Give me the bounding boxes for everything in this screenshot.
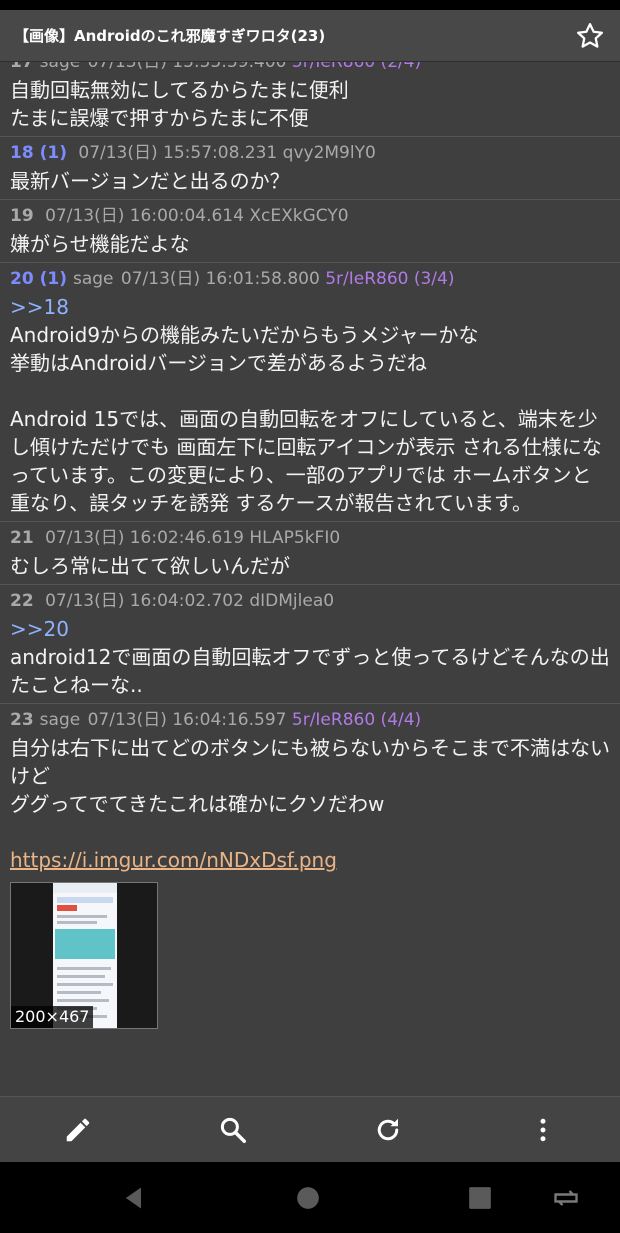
search-button[interactable]	[155, 1097, 310, 1162]
star-icon	[577, 22, 603, 48]
post-body: >>18 Android9からの機能みたいだからもうメジャーかな 挙動はAndr…	[10, 293, 610, 517]
post-line: Android9からの機能みたいだからもうメジャーかな	[10, 323, 479, 347]
home-icon	[297, 1186, 319, 1209]
thumbnail-size-label: 200×467	[11, 1006, 94, 1028]
post-id[interactable]: XcEXkGCY0	[249, 206, 348, 226]
post-line: 嫌がらせ機能だよな	[10, 232, 190, 256]
post-id[interactable]: dIDMjlea0	[249, 591, 334, 611]
sage-label: sage	[72, 269, 114, 289]
post-line	[10, 377, 610, 405]
post-line: 自分は右下に出てどのボタンにも被らないからそこまで不満はないけど	[10, 736, 610, 788]
post-18: 18 (1) 07/13(日) 15:57:08.231 qvy2M9lY0 最…	[0, 137, 620, 200]
post-body: 嫌がらせ機能だよな	[10, 230, 610, 258]
post-id[interactable]: HLAP5kFI0	[249, 528, 340, 548]
post-line	[10, 818, 610, 846]
post-datetime: 07/13(日) 16:01:58.800	[120, 269, 320, 289]
reply-anchor-link[interactable]: >>20	[10, 615, 610, 643]
image-thumbnail[interactable]: 200×467	[10, 882, 158, 1029]
app-bar: 【画像】Androidのこれ邪魔すぎワロタ(23)	[0, 10, 620, 62]
post-17: 17 sage 07/13(日) 15:55:59.400 5r/IeR860 (…	[0, 52, 620, 137]
post-id[interactable]: qvy2M9lY0	[283, 143, 376, 163]
post-line: 最新バージョンだと出るのか？	[10, 169, 290, 193]
post-datetime: 07/13(日) 15:57:08.231	[78, 143, 278, 163]
thread-title: 【画像】Androidのこれ邪魔すぎワロタ(23)	[14, 27, 326, 45]
post-19: 19 07/13(日) 16:00:04.614 XcEXkGCY0 嫌がらせ機…	[0, 200, 620, 263]
write-button[interactable]	[0, 1097, 155, 1162]
post-line: たまに誤爆で押すからたまに不便	[10, 106, 309, 130]
post-line: android12で画面の自動回転オフでずっと使ってるけどそんなの出たことねーな…	[10, 645, 610, 697]
post-id[interactable]: 5r/IeR860 (4/4)	[292, 710, 421, 730]
post-number[interactable]: 22	[10, 591, 34, 611]
post-body: むしろ常に出てて欲しいんだが	[10, 552, 610, 580]
system-nav-bar	[0, 1162, 620, 1233]
post-line: ググってでてきたこれは確かにクソだわw	[10, 792, 385, 816]
refresh-button[interactable]	[310, 1097, 465, 1162]
post-line: むしろ常に出てて欲しいんだが	[10, 554, 290, 578]
post-21: 21 07/13(日) 16:02:46.619 HLAP5kFI0 むしろ常に…	[0, 522, 620, 585]
post-list[interactable]: 17 sage 07/13(日) 15:55:59.400 5r/IeR860 (…	[0, 52, 620, 1096]
post-header: 21 07/13(日) 16:02:46.619 HLAP5kFI0	[10, 524, 610, 552]
post-header: 20 (1) sage 07/13(日) 16:01:58.800 5r/IeR8…	[10, 265, 610, 293]
post-line: 自動回転無効にしてるからたまに便利	[10, 78, 349, 102]
post-body: 自動回転無効にしてるからたまに便利 たまに誤爆で押すからたまに不便	[10, 76, 610, 132]
post-number[interactable]: 18 (1)	[10, 143, 67, 163]
post-number[interactable]: 20 (1)	[10, 269, 67, 289]
pencil-icon	[66, 1118, 89, 1141]
post-number[interactable]: 19	[10, 206, 34, 226]
post-line: Android 15では、画面の自動回転をオフにしていると、端末を少し傾けただけ…	[10, 407, 602, 515]
post-datetime: 07/13(日) 16:00:04.614	[45, 206, 244, 226]
rotate-icon	[554, 1189, 578, 1206]
post-header: 22 07/13(日) 16:04:02.702 dIDMjlea0	[10, 587, 610, 615]
nav-recents-button[interactable]	[440, 1162, 520, 1233]
post-line: 挙動はAndroidバージョンで差があるようだね	[10, 351, 427, 375]
post-datetime: 07/13(日) 16:04:16.597	[87, 710, 287, 730]
back-icon	[125, 1187, 141, 1208]
post-id[interactable]: 5r/IeR860 (3/4)	[325, 269, 454, 289]
more-options-button[interactable]	[465, 1097, 620, 1162]
post-number-value: 18	[10, 143, 34, 163]
post-body: >>20 android12で画面の自動回転オフでずっと使ってるけどそんなの出た…	[10, 615, 610, 699]
recents-icon	[469, 1186, 491, 1209]
refresh-icon	[377, 1118, 398, 1140]
post-number[interactable]: 23	[10, 710, 34, 730]
favorite-button[interactable]	[560, 10, 620, 62]
nav-home-button[interactable]	[268, 1162, 348, 1233]
post-22: 22 07/13(日) 16:04:02.702 dIDMjlea0 >>20 …	[0, 585, 620, 704]
sage-label: sage	[39, 710, 81, 730]
search-icon	[220, 1117, 246, 1143]
nav-rotate-button[interactable]	[526, 1162, 606, 1233]
post-20: 20 (1) sage 07/13(日) 16:01:58.800 5r/IeR8…	[0, 263, 620, 522]
post-header: 23 sage 07/13(日) 16:04:16.597 5r/IeR860 (…	[10, 706, 610, 734]
post-body: 最新バージョンだと出るのか？	[10, 167, 610, 195]
post-number-value: 20	[10, 269, 34, 289]
post-number[interactable]: 21	[10, 528, 34, 548]
post-datetime: 07/13(日) 16:04:02.702	[45, 591, 244, 611]
nav-back-button[interactable]	[94, 1162, 174, 1233]
reply-count: (1)	[39, 143, 67, 163]
reply-anchor-link[interactable]: >>18	[10, 293, 610, 321]
post-header: 18 (1) 07/13(日) 15:57:08.231 qvy2M9lY0	[10, 139, 610, 167]
post-body: 自分は右下に出てどのボタンにも被らないからそこまで不満はないけど ググってでてき…	[10, 734, 610, 874]
post-23: 23 sage 07/13(日) 16:04:16.597 5r/IeR860 (…	[0, 704, 620, 1033]
image-link[interactable]: https://i.imgur.com/nNDxDsf.png	[10, 846, 610, 874]
bottom-toolbar	[0, 1096, 620, 1162]
post-header: 19 07/13(日) 16:00:04.614 XcEXkGCY0	[10, 202, 610, 230]
post-datetime: 07/13(日) 16:02:46.619	[45, 528, 244, 548]
reply-count: (1)	[39, 269, 67, 289]
more-vert-icon	[540, 1118, 545, 1141]
status-bar	[0, 0, 620, 10]
